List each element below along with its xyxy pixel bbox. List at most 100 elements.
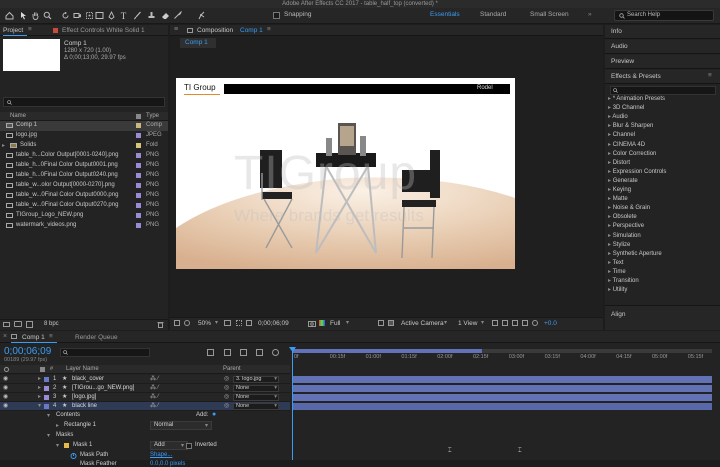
- tab-composition-label[interactable]: Composition: [197, 27, 233, 34]
- home-icon[interactable]: [4, 10, 15, 21]
- new-composition-icon[interactable]: [26, 321, 33, 328]
- label-color-swatch[interactable]: [136, 183, 141, 188]
- parent-pickwhip-icon[interactable]: ◎: [224, 393, 229, 400]
- work-area-bar[interactable]: [292, 349, 482, 353]
- puppet-tool-icon[interactable]: [196, 10, 207, 21]
- effects-search-input[interactable]: [610, 86, 716, 95]
- comp-lock-icon[interactable]: [187, 28, 193, 33]
- layer-duration-bar[interactable]: [292, 385, 712, 392]
- rectangle-twirl-icon[interactable]: ▸: [56, 422, 59, 429]
- add-shape-icon[interactable]: ●: [212, 411, 216, 418]
- effect-category[interactable]: ▸ Audio: [608, 113, 628, 120]
- pen-tool-icon[interactable]: [106, 10, 117, 21]
- project-item[interactable]: table_h...0Final Color Output0001.png PNG: [0, 161, 168, 171]
- workspace-small-screen[interactable]: Small Screen: [530, 11, 569, 18]
- viewer-timecode[interactable]: 0;00;06;09: [258, 320, 289, 327]
- effect-category[interactable]: ▸ Blur & Sharpen: [608, 122, 653, 129]
- effect-category[interactable]: ▸ CINEMA 4D: [608, 141, 645, 148]
- stopwatch-icon[interactable]: [70, 452, 77, 459]
- camera-view-select[interactable]: Active Camera: [401, 320, 444, 327]
- label-color-swatch[interactable]: [136, 153, 141, 158]
- effect-category[interactable]: ▸ * Animation Presets: [608, 95, 665, 102]
- effect-category[interactable]: ▸ Perspective: [608, 222, 644, 229]
- rotate-tool-icon[interactable]: [60, 10, 71, 21]
- visibility-eye-icon[interactable]: ◉: [3, 393, 8, 400]
- fast-previews-icon[interactable]: [378, 320, 384, 326]
- roto-brush-tool-icon[interactable]: [172, 10, 183, 21]
- layer-twirl-icon[interactable]: ▸: [38, 393, 41, 400]
- label-color-swatch[interactable]: [136, 143, 141, 148]
- inverted-checkbox[interactable]: [186, 443, 192, 449]
- effects-presets-section[interactable]: Effects & Presets: [611, 73, 661, 80]
- layer-label-swatch[interactable]: [44, 386, 49, 391]
- column-parent[interactable]: Parent: [223, 366, 241, 372]
- interpret-footage-icon[interactable]: [3, 322, 10, 327]
- layer-duration-bar[interactable]: [292, 394, 712, 401]
- label-color-swatch[interactable]: [136, 173, 141, 178]
- camera-dropdown-icon[interactable]: ▾: [444, 319, 447, 326]
- brush-tool-icon[interactable]: [132, 10, 143, 21]
- region-of-interest-icon[interactable]: [246, 320, 252, 326]
- layer-switches-icon[interactable]: ⁂ ⁄: [150, 393, 159, 400]
- project-item[interactable]: Comp 1 Comp: [0, 121, 168, 131]
- visibility-eye-icon[interactable]: ◉: [3, 402, 8, 409]
- effect-category[interactable]: ▸ Text: [608, 259, 624, 266]
- tab-composition-name[interactable]: Comp 1: [240, 27, 263, 34]
- comp-mini-flowchart-icon[interactable]: [207, 349, 214, 356]
- snapshot-camera-icon[interactable]: [308, 320, 316, 327]
- effects-menu-icon[interactable]: ≡: [708, 72, 712, 79]
- camera-tool-icon[interactable]: [72, 10, 83, 21]
- project-item[interactable]: table_w...0Final Color Output0000.png PNG: [0, 191, 168, 201]
- align-section[interactable]: Align: [611, 311, 625, 318]
- view-layout-dropdown-icon[interactable]: ▾: [481, 319, 484, 326]
- layer-name[interactable]: [TIGrou...go_NEW.png]: [72, 385, 134, 391]
- visibility-eye-icon[interactable]: ◉: [3, 384, 8, 391]
- label-column-icon[interactable]: [136, 114, 141, 119]
- reset-exposure-icon[interactable]: [532, 320, 538, 326]
- layer-name[interactable]: [logo.jpg]: [72, 394, 96, 400]
- effect-category[interactable]: ▸ Stylize: [608, 241, 630, 248]
- timeline-search-input[interactable]: [60, 348, 150, 357]
- effect-category[interactable]: ▸ Expression Controls: [608, 168, 666, 175]
- mask-label[interactable]: Mask 1: [73, 442, 92, 448]
- flowchart-view-icon[interactable]: [522, 320, 528, 326]
- column-layer-name[interactable]: Layer Name: [66, 366, 99, 372]
- audio-section[interactable]: Audio: [611, 43, 628, 50]
- effect-category[interactable]: ▸ Noise & Grain: [608, 204, 650, 211]
- tab-render-queue[interactable]: Render Queue: [75, 334, 118, 341]
- workspace-essentials[interactable]: Essentials: [430, 11, 460, 18]
- mask-feather-value[interactable]: 0.0,0.0 pixels: [150, 461, 185, 467]
- parent-select[interactable]: None ▾: [233, 385, 279, 392]
- parent-pickwhip-icon[interactable]: ◎: [224, 402, 229, 409]
- project-menu-icon[interactable]: ≡: [28, 26, 32, 33]
- mask-path-value[interactable]: Shape...: [150, 452, 172, 458]
- clone-stamp-tool-icon[interactable]: [146, 10, 157, 21]
- zoom-tool-icon[interactable]: [42, 10, 53, 21]
- layer-twirl-icon[interactable]: ▸: [38, 375, 41, 382]
- label-color-swatch[interactable]: [136, 203, 141, 208]
- layer-name[interactable]: black line: [72, 403, 97, 409]
- label-color-swatch[interactable]: [136, 133, 141, 138]
- layer-row[interactable]: ◉ ▸ 2 ★ [TIGrou...go_NEW.png] ⁂ ⁄ ◎ None ▾: [0, 384, 290, 393]
- hand-tool-icon[interactable]: [30, 10, 41, 21]
- keyframe-marker[interactable]: ⌶: [518, 448, 522, 455]
- info-section[interactable]: Info: [611, 28, 622, 35]
- label-color-swatch[interactable]: [136, 193, 141, 198]
- parent-select[interactable]: None ▾: [233, 403, 279, 410]
- bpc-indicator[interactable]: 8 bpc: [44, 321, 59, 327]
- preview-section[interactable]: Preview: [611, 58, 634, 65]
- effect-category[interactable]: ▸ Time: [608, 268, 626, 275]
- layer-row[interactable]: ◉ ▸ 1 ★ black_cover ⁂ ⁄ ◎ 3. logo.jpg ▾: [0, 375, 290, 384]
- motion-blur-icon[interactable]: [272, 349, 279, 356]
- layer-label-swatch[interactable]: [44, 395, 49, 400]
- workspace-standard[interactable]: Standard: [480, 11, 506, 18]
- trash-icon[interactable]: [157, 321, 164, 328]
- blend-mode-select[interactable]: Normal ▾: [150, 421, 212, 430]
- contents-twirl-icon[interactable]: ▾: [47, 412, 50, 419]
- effect-category[interactable]: ▸ Generate: [608, 177, 638, 184]
- layer-row[interactable]: ◉ ▾ 4 ★ black line ⁂ ⁄ ◎ None ▾: [0, 402, 290, 411]
- keyframe-marker[interactable]: ⌶: [448, 448, 452, 455]
- layer-switches-icon[interactable]: ⁂ ⁄: [150, 402, 159, 409]
- label-color-swatch[interactable]: [136, 223, 141, 228]
- folder-twirl-icon[interactable]: ▸: [2, 142, 5, 149]
